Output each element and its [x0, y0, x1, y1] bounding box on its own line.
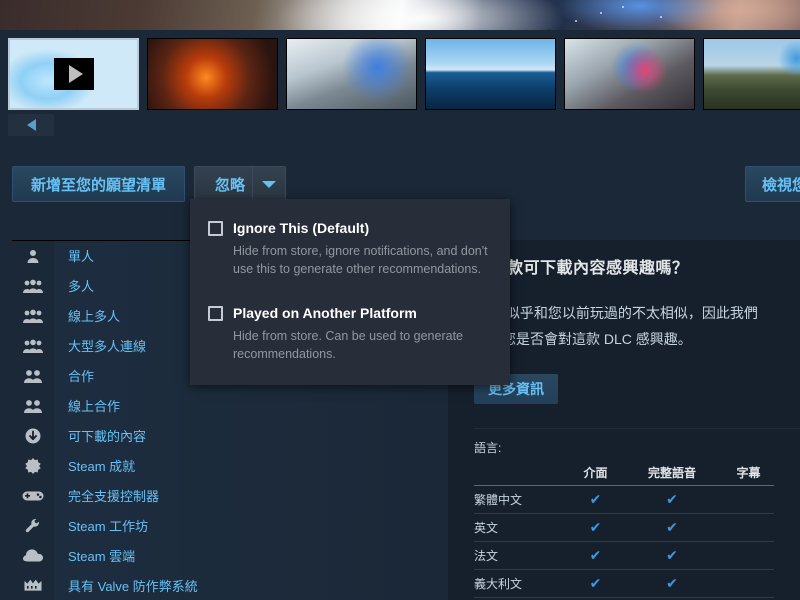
feature-row-downloadable-content[interactable]: 可下載的內容	[12, 420, 432, 451]
online-pvp-icon	[12, 300, 54, 331]
audio-check: ✔	[621, 541, 723, 570]
steam-cloud-icon	[12, 540, 54, 571]
subtitles-check	[722, 513, 774, 542]
dropdown-option-ignore-this[interactable]: Ignore This (Default) Hide from store, i…	[190, 213, 510, 282]
feature-label: Steam 雲端	[54, 540, 432, 571]
feature-label: 可下載的內容	[54, 420, 432, 451]
dropdown-option-label: Played on Another Platform	[233, 305, 417, 321]
col-interface: 介面	[583, 466, 608, 480]
steam-store-page: 新增至您的願望清單 忽略 檢視您 單人 多人 線上多人 大型多人連線 合作 線上…	[0, 0, 800, 600]
feature-row-full-controller-support[interactable]: 完全支援控制器	[12, 480, 432, 511]
languages-table: 介面 完整語音 字幕 繁體中文 ✔ ✔ 英文 ✔ ✔ 法文 ✔ ✔ 義大利文 ✔…	[474, 462, 774, 600]
feature-row-steam-achievements[interactable]: Steam 成就	[12, 450, 432, 481]
audio-check: ✔	[621, 569, 723, 598]
steam-workshop-icon	[12, 510, 54, 541]
interface-check: ✔	[570, 569, 621, 598]
subtitles-check	[722, 541, 774, 570]
subtitles-check	[722, 569, 774, 598]
screenshot-thumbnail-3[interactable]	[286, 38, 417, 110]
table-row: 英文 ✔ ✔	[474, 513, 774, 542]
feature-label: Steam 工作坊	[54, 510, 432, 541]
valve-anti-cheat-icon	[12, 570, 54, 600]
view-your-queue-button[interactable]: 檢視您	[745, 166, 800, 202]
recommendation-title: 對這款可下載內容感興趣嗎？	[474, 260, 689, 277]
feature-label: Steam 成就	[54, 450, 432, 481]
downloadable-content-icon	[12, 420, 54, 451]
recommendation-body-line-1: DLC 似乎和您以前玩過的不太相似，因此我們	[474, 305, 758, 321]
feature-label: 完全支援控制器	[54, 480, 432, 511]
hero-banner	[0, 0, 800, 30]
audio-check: ✔	[621, 513, 723, 542]
recommendation-body-line-2: 推測您是否會對這款 DLC 感興趣。	[474, 331, 692, 347]
checkbox-played-on-another-platform[interactable]	[208, 306, 223, 321]
table-row: 繁體中文 ✔ ✔	[474, 485, 774, 514]
recommendation-body: DLC 似乎和您以前玩過的不太相似，因此我們 推測您是否會對這款 DLC 感興趣…	[474, 300, 800, 352]
screenshot-thumbnail-5[interactable]	[564, 38, 695, 110]
video-thumbnail-1[interactable]	[8, 38, 139, 110]
single-player-icon	[12, 240, 54, 271]
interface-check: ✔	[570, 485, 621, 514]
dropdown-option-description: Hide from store. Can be used to generate…	[233, 329, 463, 361]
screenshot-thumbnail-4[interactable]	[425, 38, 556, 110]
audio-check: ✔	[621, 485, 723, 514]
languages-title: 語言:	[474, 441, 502, 455]
co-op-icon	[12, 360, 54, 391]
checkbox-ignore-this[interactable]	[208, 221, 223, 236]
multi-player-icon	[12, 270, 54, 301]
language-name: 英文	[474, 513, 570, 542]
dropdown-option-label: Ignore This (Default)	[233, 220, 370, 236]
table-row: 義大利文 ✔ ✔	[474, 569, 774, 598]
feature-row-online-co-op[interactable]: 線上合作	[12, 390, 432, 421]
language-name: 法文	[474, 541, 570, 570]
screenshot-thumbnail-2[interactable]	[147, 38, 278, 110]
languages-header-row: 介面 完整語音 字幕	[474, 462, 774, 486]
feature-row-valve-anti-cheat[interactable]: 具有 Valve 防作弊系統	[12, 570, 432, 600]
col-full-audio: 完整語音	[647, 466, 696, 480]
language-name: 繁體中文	[474, 485, 570, 514]
dropdown-spacer	[190, 282, 510, 298]
steam-achievements-icon	[12, 450, 54, 481]
screenshot-filmstrip	[0, 29, 800, 116]
play-icon	[53, 58, 94, 90]
dropdown-option-played-on-another-platform[interactable]: Played on Another Platform Hide from sto…	[190, 298, 510, 367]
subtitles-check	[722, 485, 774, 514]
ignore-dropdown-caret-button[interactable]	[252, 166, 286, 202]
online-co-op-icon	[12, 390, 54, 421]
col-language	[474, 462, 570, 486]
full-controller-support-icon	[12, 480, 54, 511]
ignore-options-dropdown: Ignore This (Default) Hide from store, i…	[190, 199, 510, 385]
feature-label: 線上合作	[54, 390, 432, 421]
filmstrip-prev-button[interactable]	[8, 114, 54, 136]
feature-row-steam-cloud[interactable]: Steam 雲端	[12, 540, 432, 571]
interface-check: ✔	[570, 513, 621, 542]
feature-row-steam-workshop[interactable]: Steam 工作坊	[12, 510, 432, 541]
col-subtitles: 字幕	[736, 466, 761, 480]
screenshot-thumbnail-6[interactable]	[703, 38, 800, 110]
mmo-icon	[12, 330, 54, 361]
interface-check: ✔	[570, 541, 621, 570]
thumbnail-list	[8, 38, 800, 110]
dropdown-option-description: Hide from store, ignore notifications, a…	[233, 244, 488, 276]
table-row: 法文 ✔ ✔	[474, 541, 774, 570]
language-name: 義大利文	[474, 569, 570, 598]
add-to-wishlist-button[interactable]: 新增至您的願望清單	[12, 166, 186, 202]
feature-label: 具有 Valve 防作弊系統	[54, 570, 432, 600]
languages-section: 語言: 介面 完整語音 字幕 繁體中文 ✔ ✔ 英文 ✔ ✔ 法文 ✔ ✔ 義大…	[474, 428, 800, 600]
